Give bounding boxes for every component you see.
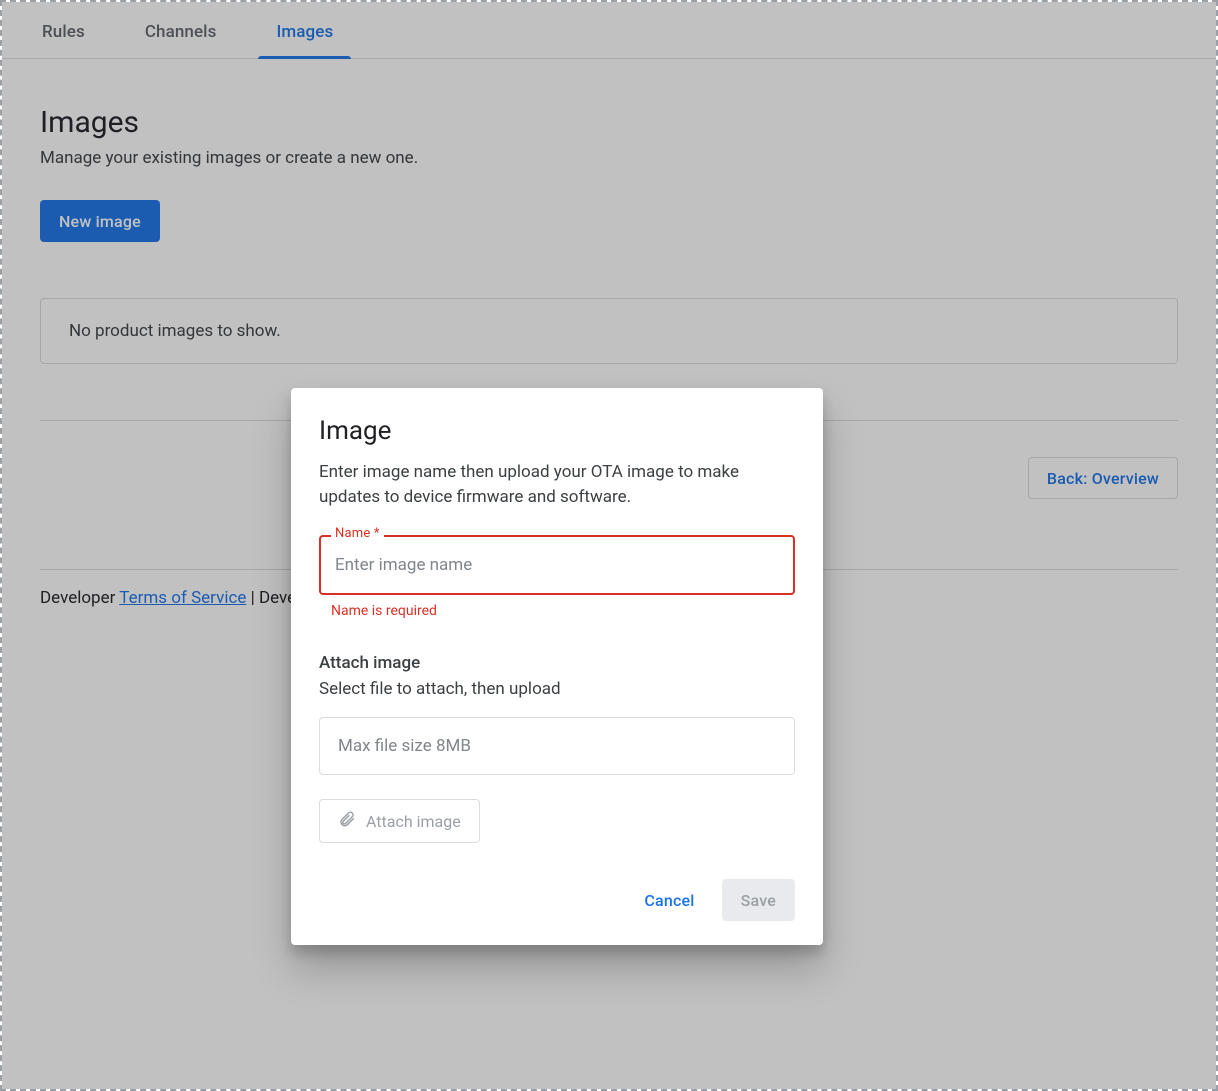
attach-heading: Attach image [319,653,795,673]
cancel-button[interactable]: Cancel [625,879,713,921]
image-dialog: Image Enter image name then upload your … [291,388,823,945]
attach-subtext: Select file to attach, then upload [319,679,795,699]
attach-image-button[interactable]: Attach image [319,799,480,843]
save-button: Save [722,879,795,921]
dialog-description: Enter image name then upload your OTA im… [319,460,795,509]
paperclip-icon [338,810,356,832]
file-drop-area[interactable]: Max file size 8MB [319,717,795,775]
name-field: Name * [319,535,795,595]
name-input[interactable] [319,535,795,595]
dialog-title: Image [319,416,795,446]
name-error: Name is required [331,603,795,619]
attach-image-label: Attach image [366,812,461,831]
name-label: Name * [331,526,384,541]
